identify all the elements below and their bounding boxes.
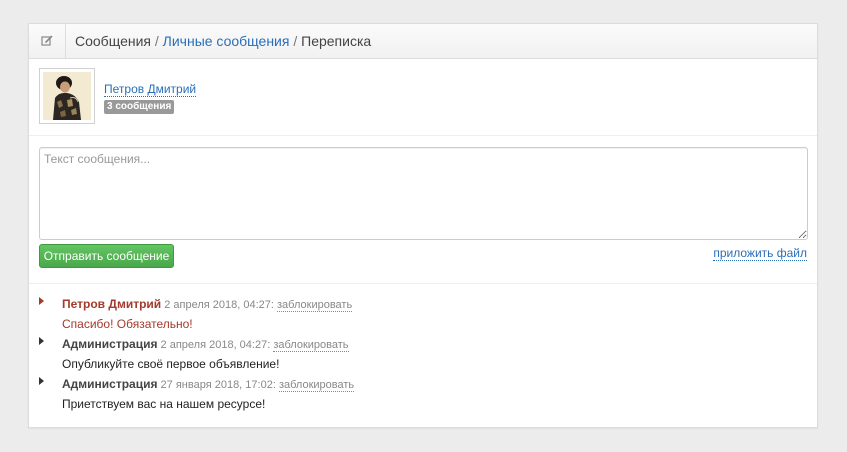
message-date: 2 апреля 2018, 04:27: [164,299,274,311]
compose-form: Отправить сообщение приложить файл [29,136,817,284]
message-author: Администрация [62,337,158,351]
message-text: Опубликуйте своё первое объявление! [62,357,280,371]
send-message-button[interactable]: Отправить сообщение [39,244,174,268]
breadcrumb-root: Сообщения [75,33,151,49]
breadcrumb-separator: / [293,33,298,49]
message-item: Администрация 2 апреля 2018, 04:27: забл… [39,334,807,374]
caret-right-icon [39,297,44,305]
block-user-link[interactable]: заблокировать [277,299,353,312]
message-text: Спасибо! Обязательно! [62,317,193,331]
caret-right-icon [39,377,44,385]
avatar-photo [43,72,91,120]
message-item: Петров Дмитрий 2 апреля 2018, 04:27: заб… [39,294,807,334]
message-author: Администрация [62,377,158,391]
breadcrumb-separator: / [154,33,159,49]
breadcrumb-personal-messages-link[interactable]: Личные сообщения [163,33,290,49]
edit-icon[interactable] [29,24,66,58]
panel-header: Сообщения / Личные сообщения / Переписка [29,24,817,59]
message-author: Петров Дмитрий [62,297,162,311]
conversation-panel: Сообщения / Личные сообщения / Переписка [28,23,818,428]
message-text-input[interactable] [39,147,808,240]
message-meta: Администрация 27 января 2018, 17:02: заб… [62,377,355,392]
block-user-link[interactable]: заблокировать [273,339,349,352]
message-item: Администрация 27 января 2018, 17:02: заб… [39,374,807,414]
attach-file-link[interactable]: приложить файл [713,246,807,261]
partner-name-link[interactable]: Петров Дмитрий [104,82,197,97]
message-date: 2 апреля 2018, 04:27: [160,339,271,351]
message-meta: Петров Дмитрий 2 апреля 2018, 04:27: заб… [62,297,353,312]
breadcrumb: Сообщения / Личные сообщения / Переписка [75,33,371,49]
edit-icon-svg [41,35,53,46]
message-text: Приетствуем вас на нашем ресурсе! [62,397,266,411]
messages-count-badge: 3 сообщения [104,100,175,114]
avatar-photo-svg [43,72,91,120]
avatar[interactable] [39,68,95,124]
message-date: 27 января 2018, 17:02: [160,379,276,391]
caret-right-icon [39,337,44,345]
conversation-partner: Петров Дмитрий 3 сообщения [29,59,817,136]
breadcrumb-current: Переписка [301,33,372,49]
block-user-link[interactable]: заблокировать [278,379,355,392]
message-meta: Администрация 2 апреля 2018, 04:27: забл… [62,337,349,352]
